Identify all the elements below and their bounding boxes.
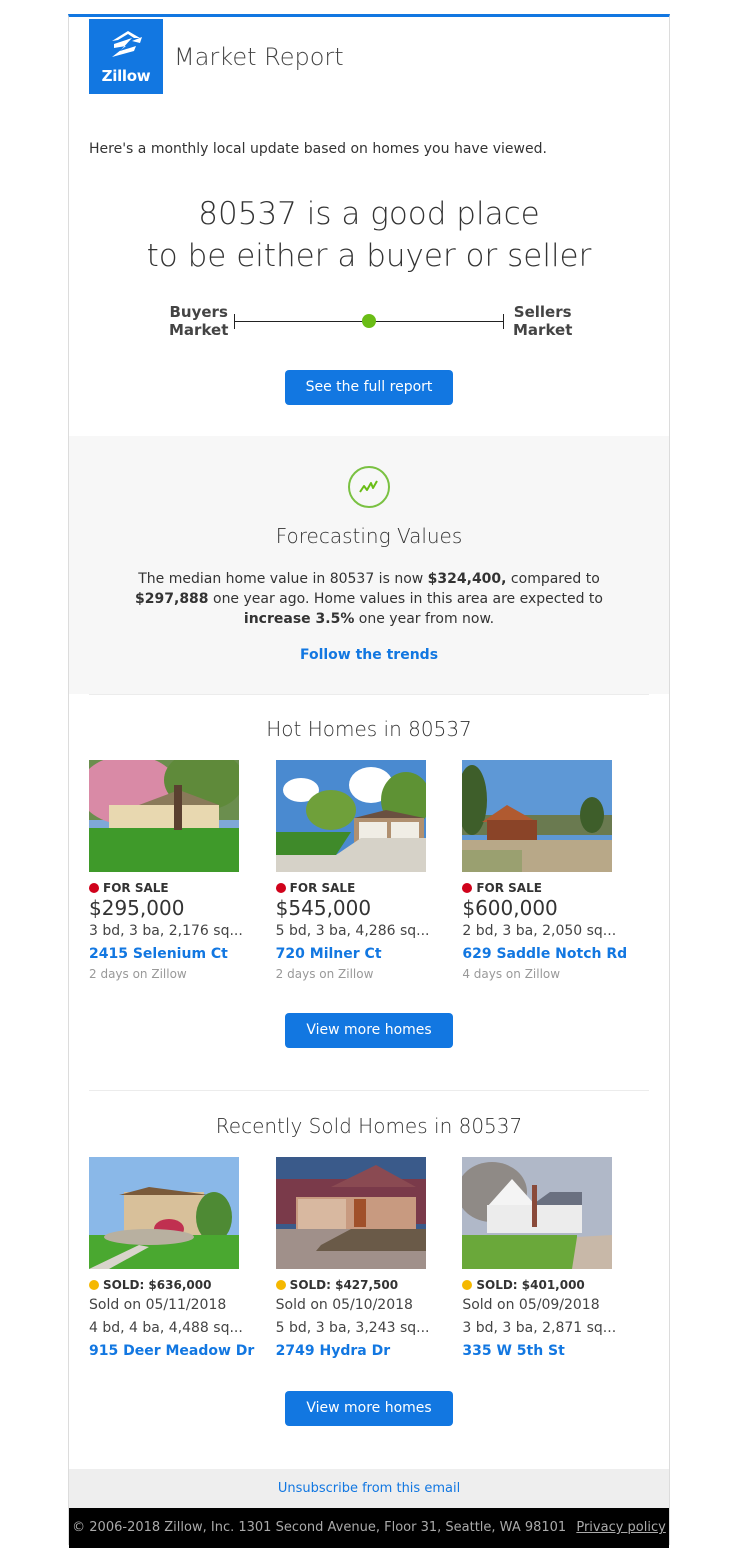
forecast-title: Forecasting Values <box>275 524 463 548</box>
sold-card[interactable]: SOLD: $427,500 Sold on 05/10/2018 5 bd, … <box>275 1157 463 1362</box>
expected-change: increase 3.5% <box>243 611 355 627</box>
listing-photo[interactable] <box>462 1157 613 1269</box>
follow-trends-link[interactable]: Follow the trends <box>69 647 669 663</box>
privacy-policy-link[interactable]: Privacy policy <box>576 1520 665 1535</box>
current-median-value: $324,400, <box>427 571 507 587</box>
view-more-sold-homes-button[interactable]: View more homes <box>285 1391 453 1426</box>
sold-card[interactable]: SOLD: $401,000 Sold on 05/09/2018 3 bd, … <box>462 1157 649 1362</box>
view-more-hot-homes-button[interactable]: View more homes <box>285 1013 453 1048</box>
meter-right-tick <box>503 314 504 329</box>
listing-card[interactable]: FOR SALE $600,000 2 bd, 3 ba, 2,050 sq..… <box>462 760 649 983</box>
listing-address-link[interactable]: 629 Saddle Notch Rd <box>462 943 649 965</box>
listing-card[interactable]: FOR SALE $295,000 3 bd, 3 ba, 2,176 sq..… <box>89 760 276 983</box>
sold-price-label: SOLD: $401,000 <box>476 1278 585 1292</box>
listing-status: FOR SALE <box>462 881 649 895</box>
sold-dot-icon <box>89 1280 99 1290</box>
buyers-label-line-1: Buyers <box>169 303 228 321</box>
forecast-text-part: The median home value in 80537 is now <box>138 571 428 587</box>
listing-details: 5 bd, 3 ba, 4,286 sq... <box>275 923 430 939</box>
trend-chart-icon <box>348 466 390 508</box>
headline-line-1: 80537 is a good place <box>198 196 540 232</box>
header: Zillow Market Report <box>89 19 344 94</box>
sold-date: Sold on 05/11/2018 <box>89 1297 227 1313</box>
listing-details: 2 bd, 3 ba, 2,050 sq... <box>462 923 617 939</box>
listing-address-link[interactable]: 915 Deer Meadow Dr <box>89 1340 276 1362</box>
listing-photo[interactable] <box>275 1157 426 1269</box>
listing-price: $295,000 <box>89 896 185 920</box>
days-on-zillow: 2 days on Zillow <box>89 967 187 981</box>
listing-photo[interactable] <box>89 1157 239 1269</box>
meter-indicator-dot <box>362 314 376 328</box>
sold-status: SOLD: $427,500 <box>275 1278 463 1292</box>
email-container: Zillow Market Report Here's a monthly lo… <box>68 14 670 1548</box>
forecast-text: The median home value in 80537 is now $3… <box>107 569 631 629</box>
hot-homes-list: FOR SALE $295,000 3 bd, 3 ba, 2,176 sq..… <box>89 760 649 983</box>
forecast-text-part: compared to <box>506 571 600 587</box>
sold-card[interactable]: SOLD: $636,000 Sold on 05/11/2018 4 bd, … <box>89 1157 276 1362</box>
forecast-section: Forecasting Values The median home value… <box>69 436 669 694</box>
sold-status: SOLD: $401,000 <box>462 1278 649 1292</box>
listing-photo[interactable] <box>462 760 613 872</box>
unsubscribe-link[interactable]: Unsubscribe from this email <box>278 1481 460 1496</box>
for-sale-dot-icon <box>275 883 286 893</box>
sold-price-label: SOLD: $636,000 <box>103 1278 212 1292</box>
hot-homes-title: Hot Homes in 80537 <box>266 717 472 741</box>
for-sale-dot-icon <box>462 883 473 893</box>
headline-line-2: to be either a buyer or seller <box>146 238 592 274</box>
listing-photo[interactable] <box>275 760 426 872</box>
logo-text: Zillow <box>101 67 151 85</box>
status-label: FOR SALE <box>103 881 169 895</box>
listing-address-link[interactable]: 720 Milner Ct <box>276 943 463 965</box>
listing-details: 3 bd, 3 ba, 2,176 sq... <box>89 923 243 939</box>
listing-address-link[interactable]: 2415 Selenium Ct <box>89 943 276 965</box>
footer: © 2006-2018 Zillow, Inc. 1301 Second Ave… <box>69 1508 669 1548</box>
section-divider <box>89 694 649 695</box>
days-on-zillow: 4 days on Zillow <box>462 967 561 981</box>
status-label: FOR SALE <box>289 881 356 895</box>
see-full-report-button[interactable]: See the full report <box>285 370 453 405</box>
sold-homes-title: Recently Sold Homes in 80537 <box>215 1114 523 1138</box>
listing-price: $600,000 <box>462 896 558 920</box>
page-title: Market Report <box>174 42 344 71</box>
listing-status: FOR SALE <box>89 881 276 895</box>
listing-photo[interactable] <box>89 760 239 872</box>
unsubscribe-bar: Unsubscribe from this email <box>69 1469 669 1508</box>
sold-price-label: SOLD: $427,500 <box>289 1278 399 1292</box>
footer-copyright: © 2006-2018 Zillow, Inc. 1301 Second Ave… <box>72 1520 567 1535</box>
sellers-market-label: Sellers Market <box>513 303 572 339</box>
buyers-market-label: Buyers Market <box>169 303 228 339</box>
listing-details: 5 bd, 3 ba, 3,243 sq... <box>275 1320 430 1336</box>
status-label: FOR SALE <box>476 881 542 895</box>
forecast-text-part: one year from now. <box>354 611 495 627</box>
sold-homes-list: SOLD: $636,000 Sold on 05/11/2018 4 bd, … <box>89 1157 649 1362</box>
market-meter: Buyers Market Sellers Market <box>69 303 669 343</box>
listing-price: $545,000 <box>275 896 372 920</box>
zillow-logo[interactable]: Zillow <box>89 19 163 94</box>
sellers-label-line-1: Sellers <box>513 303 572 321</box>
sold-dot-icon <box>275 1280 286 1290</box>
sold-status: SOLD: $636,000 <box>89 1278 276 1292</box>
listing-details: 3 bd, 3 ba, 2,871 sq... <box>462 1320 617 1336</box>
listing-status: FOR SALE <box>275 881 463 895</box>
listing-details: 4 bd, 4 ba, 4,488 sq... <box>89 1320 243 1336</box>
forecast-text-part: one year ago. Home values in this area a… <box>208 591 603 607</box>
sold-dot-icon <box>462 1280 473 1290</box>
listing-address-link[interactable]: 335 W 5th St <box>462 1340 649 1362</box>
previous-median-value: $297,888 <box>135 591 209 607</box>
sold-date: Sold on 05/09/2018 <box>462 1297 600 1313</box>
buyers-label-line-2: Market <box>169 321 229 339</box>
sold-date: Sold on 05/10/2018 <box>275 1297 413 1313</box>
market-headline: 80537 is a good place to be either a buy… <box>69 193 669 277</box>
for-sale-dot-icon <box>89 883 99 893</box>
zillow-house-icon <box>112 31 142 57</box>
days-on-zillow: 2 days on Zillow <box>275 967 374 981</box>
listing-card[interactable]: FOR SALE $545,000 5 bd, 3 ba, 4,286 sq..… <box>275 760 463 983</box>
intro-text: Here's a monthly local update based on h… <box>89 141 547 157</box>
section-divider <box>89 1090 649 1091</box>
listing-address-link[interactable]: 2749 Hydra Dr <box>276 1340 463 1362</box>
sellers-label-line-2: Market <box>513 321 573 339</box>
